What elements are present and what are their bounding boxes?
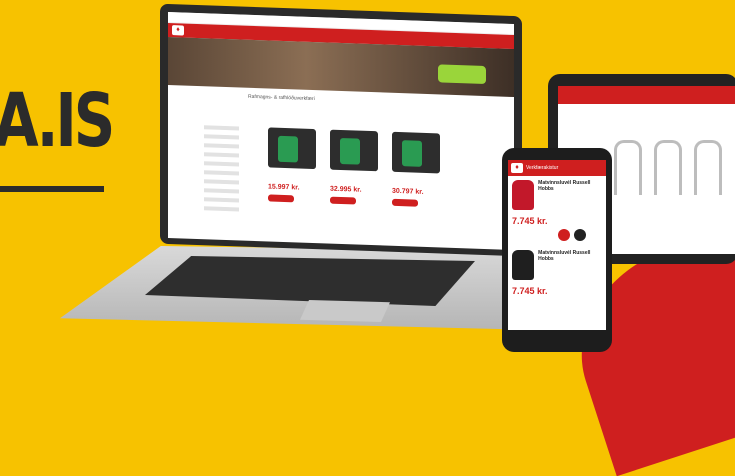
phone-site-logo[interactable]: ♦ xyxy=(511,163,523,173)
add-to-cart-icon[interactable] xyxy=(558,229,570,241)
product-title: Matvinnsluvél Russell Hobbs xyxy=(538,180,591,192)
product-card[interactable]: 32.995 kr. xyxy=(330,129,378,206)
brand-logo-text: A.IS xyxy=(0,78,115,164)
product-price: 7.745 kr. xyxy=(512,216,548,226)
category-sidebar xyxy=(204,125,254,237)
faucet-image[interactable] xyxy=(614,140,642,195)
add-to-cart-button[interactable] xyxy=(330,196,356,205)
laptop-webpage: ♦ Rafmagns- & rafhlöðuverkfæri 15.997 kr… xyxy=(168,11,514,251)
laptop-screen: ♦ Rafmagns- & rafhlöðuverkfæri 15.997 kr… xyxy=(160,3,522,257)
list-item[interactable]: Matvinnsluvél Russell Hobbs xyxy=(508,176,606,214)
product-image[interactable] xyxy=(392,131,440,174)
list-item[interactable]: Matvinnsluvél Russell Hobbs xyxy=(508,246,606,284)
wishlist-icon[interactable] xyxy=(574,229,586,241)
product-title: Matvinnsluvél Russell Hobbs xyxy=(538,250,591,262)
mixer-image[interactable] xyxy=(512,250,535,280)
add-to-cart-button[interactable] xyxy=(268,194,294,203)
product-price: 30.797 kr. xyxy=(392,187,424,196)
product-image[interactable] xyxy=(268,127,316,170)
laptop-touchpad xyxy=(300,300,390,322)
product-price: 15.997 kr. xyxy=(268,183,300,192)
phone-tab-label[interactable]: Verkfærakistur xyxy=(526,165,558,171)
product-card[interactable]: 30.797 kr. xyxy=(392,131,440,208)
faucet-image[interactable] xyxy=(654,140,682,195)
tablet-nav-bar xyxy=(558,86,735,104)
site-logo[interactable]: ♦ xyxy=(172,25,184,36)
add-to-cart-button[interactable] xyxy=(392,198,418,207)
product-price: 32.995 kr. xyxy=(330,185,362,194)
faucet-image[interactable] xyxy=(694,140,722,195)
phone-device: ♦ Verkfærakistur Matvinnsluvél Russell H… xyxy=(502,148,612,352)
brand-underline xyxy=(0,186,104,192)
product-grid: 15.997 kr. 32.995 kr. 30.797 kr. xyxy=(268,127,440,207)
tool-image xyxy=(438,64,486,85)
phone-webpage: ♦ Verkfærakistur Matvinnsluvél Russell H… xyxy=(508,160,606,330)
product-card[interactable]: 15.997 kr. xyxy=(268,127,316,203)
mixer-image[interactable] xyxy=(512,180,535,210)
product-price: 7.745 kr. xyxy=(512,286,548,296)
phone-nav-bar: ♦ Verkfærakistur xyxy=(508,160,606,176)
product-image[interactable] xyxy=(330,129,378,172)
